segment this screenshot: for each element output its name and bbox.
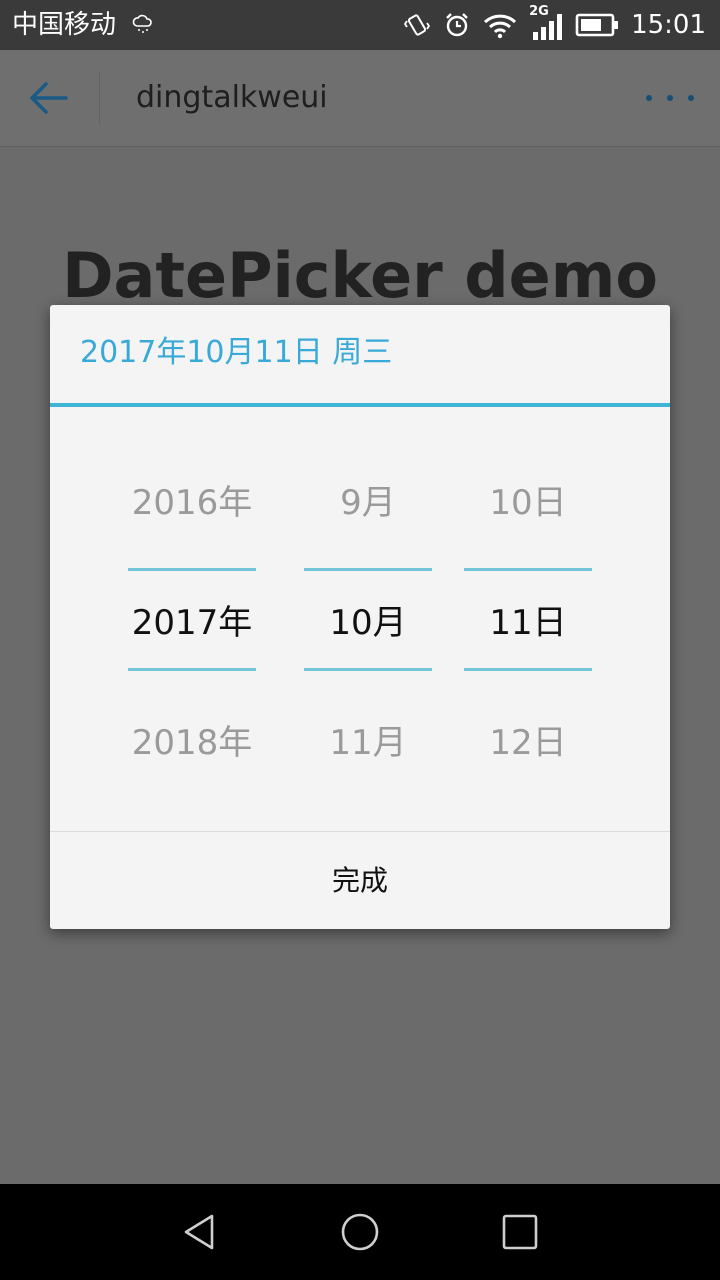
date-picker-dialog: 2017年10月11日 周三 2016年 2017年 2018年 9月 10月 … (50, 305, 670, 929)
arrow-left-icon (30, 82, 68, 114)
vibrate-icon (403, 14, 431, 36)
year-next-option[interactable]: 2018年 (128, 721, 256, 765)
more-dot (688, 95, 694, 101)
dialog-header: 2017年10月11日 周三 (50, 305, 670, 407)
date-picker-wheels: 2016年 2017年 2018年 9月 10月 11月 10日 11日 12日 (50, 407, 670, 831)
nav-recent-icon[interactable] (500, 1212, 540, 1252)
clock: 15:01 (631, 10, 706, 40)
nav-back-icon[interactable] (180, 1212, 220, 1252)
month-next-option[interactable]: 11月 (304, 721, 432, 765)
selection-line (304, 568, 432, 571)
app-title: dingtalkweui (136, 80, 328, 115)
done-button[interactable]: 完成 (50, 832, 670, 930)
month-prev-option[interactable]: 9月 (304, 481, 432, 525)
alarm-icon (446, 13, 468, 37)
month-wheel[interactable]: 9月 10月 11月 (304, 407, 432, 831)
more-dot (667, 95, 673, 101)
navigation-bar (0, 1184, 720, 1280)
signal-indicator: 2G (529, 4, 563, 42)
more-dots-icon (646, 95, 652, 101)
app-header: dingtalkweui (0, 50, 720, 147)
more-button[interactable] (646, 84, 694, 112)
selection-line (464, 568, 592, 571)
selection-line (464, 668, 592, 671)
month-selected-option[interactable]: 10月 (304, 601, 432, 645)
selection-line (128, 568, 256, 571)
wifi-icon (484, 14, 517, 39)
day-next-option[interactable]: 12日 (464, 721, 592, 765)
back-button[interactable] (22, 74, 74, 122)
year-prev-option[interactable]: 2016年 (128, 481, 256, 525)
signal-icon (533, 14, 563, 40)
header-divider (99, 72, 100, 124)
day-wheel[interactable]: 10日 11日 12日 (464, 407, 592, 831)
status-bar: 中国移动 2G 15:01 (0, 0, 720, 50)
selected-date-label: 2017年10月11日 周三 (80, 335, 393, 370)
selection-line (128, 668, 256, 671)
selection-line (304, 668, 432, 671)
year-wheel[interactable]: 2016年 2017年 2018年 (128, 407, 256, 831)
cloud-icon (132, 14, 152, 33)
day-selected-option[interactable]: 11日 (464, 601, 592, 645)
carrier-label: 中国移动 (12, 10, 117, 40)
dialog-footer: 完成 (50, 831, 670, 930)
status-icons: 2G 15:01 (403, 4, 706, 44)
day-prev-option[interactable]: 10日 (464, 481, 592, 525)
year-selected-option[interactable]: 2017年 (128, 601, 256, 645)
battery-icon (575, 13, 619, 37)
nav-home-icon[interactable] (340, 1212, 380, 1252)
page-title: DatePicker demo (62, 239, 658, 312)
